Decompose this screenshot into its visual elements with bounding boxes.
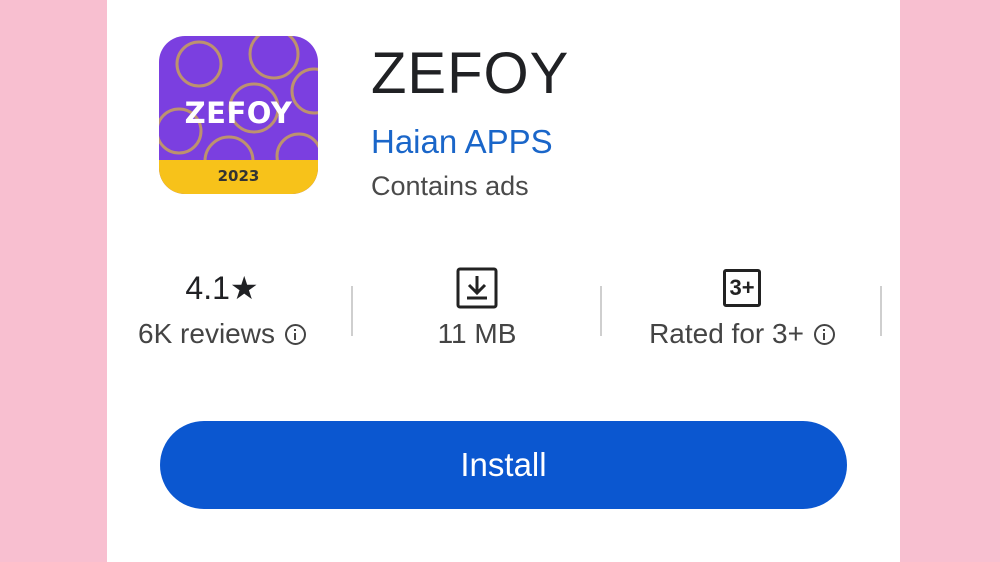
- content-rating-badge-wrap: 3+: [632, 262, 852, 314]
- app-icon-band: 2023: [159, 160, 318, 194]
- content-rating-stat[interactable]: 3+ Rated for 3+: [632, 262, 852, 350]
- stat-divider: [880, 286, 882, 336]
- app-icon[interactable]: ZEFOY 2023: [159, 36, 318, 194]
- developer-link[interactable]: Haian APPS: [371, 123, 553, 161]
- rating-stat[interactable]: 4.1★ 6K reviews: [127, 262, 317, 350]
- rating-value: 4.1★: [185, 270, 259, 306]
- content-rating-label: Rated for 3+: [649, 318, 804, 349]
- download-icon-wrap: [407, 262, 547, 314]
- stat-divider: [600, 286, 602, 336]
- reviews-count: 6K reviews: [138, 318, 275, 349]
- app-size: 11 MB: [437, 318, 517, 349]
- size-stat: 11 MB: [407, 262, 547, 350]
- install-button[interactable]: Install: [160, 421, 847, 509]
- app-icon-year: 2023: [217, 167, 260, 185]
- info-icon[interactable]: [284, 323, 306, 345]
- content-rating-row: Rated for 3+: [632, 318, 852, 350]
- stat-divider: [351, 286, 353, 336]
- download-icon: [456, 267, 498, 309]
- app-title: ZEFOY: [371, 41, 570, 106]
- reviews-row: 6K reviews: [127, 318, 317, 350]
- info-icon[interactable]: [813, 323, 835, 345]
- content-rating-badge: 3+: [723, 269, 761, 307]
- app-icon-title: ZEFOY: [184, 96, 293, 130]
- app-details-card: ZEFOY 2023 ZEFOY Haian APPS Contains ads…: [107, 0, 900, 562]
- ads-notice: Contains ads: [371, 171, 529, 201]
